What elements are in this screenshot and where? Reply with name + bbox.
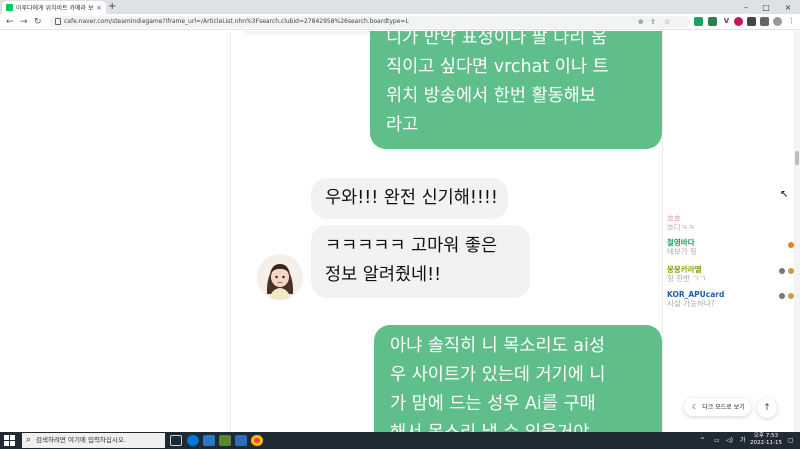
extension-icon[interactable] — [694, 17, 703, 26]
notification-icon[interactable]: ▢ — [788, 432, 794, 449]
live-chat-message: KOR_APUcard 사실 가능하냐? — [667, 290, 725, 308]
new-tab-button[interactable]: + — [108, 1, 116, 13]
chat-line: 아냐 솔직히 니 목소리도 ai성 — [390, 336, 605, 356]
chat-bubble-sent: 아냐 솔직히 니 목소리도 ai성 우 사이트가 있는데 거기에 니 가 맘에 … — [374, 325, 662, 432]
edge-icon[interactable] — [187, 435, 199, 446]
badge-icon — [779, 293, 785, 299]
arrow-up-icon: ↑ — [763, 403, 771, 413]
mouse-cursor-icon: ↖ — [780, 189, 789, 200]
extension-icon[interactable] — [708, 17, 717, 26]
chat-line: 직이고 싶다면 vrchat 이나 트 — [386, 57, 609, 77]
content-divider — [662, 31, 663, 432]
chat-line: ㅋㅋㅋㅋㅋ 고마워 좋은 — [325, 236, 498, 256]
live-chat-message: 뭉뭉카라멜 힝 한번 ㄱㄱ — [667, 265, 707, 283]
windows-start-icon[interactable] — [4, 435, 15, 446]
address-bar[interactable]: cafe.naver.com/steamindiegame?iframe_url… — [50, 16, 690, 28]
live-chat-nick[interactable]: 뭉뭉카라멜 — [667, 265, 706, 274]
browser-tab-bar: 이루다에게 위치비트 카메라 보내 × + – □ × — [0, 0, 800, 14]
back-arrow-icon[interactable]: ← — [6, 15, 14, 29]
sidebar-icon[interactable] — [760, 17, 769, 26]
chat-line: 우와!!! 완전 신기해!!!! — [325, 188, 498, 208]
page-content: 니가 만약 표정이나 팔 다리 움 직이고 싶다면 vrchat 이나 트 위치… — [0, 31, 800, 432]
reload-icon[interactable]: ↻ — [34, 15, 42, 29]
puzzle-extensions-icon[interactable] — [747, 17, 756, 26]
live-chat-message: 흐다ㅋㅋ — [667, 223, 695, 232]
system-clock[interactable]: 오후 7:53 2022-11-15 — [748, 433, 784, 447]
moon-icon: ☾ — [692, 403, 699, 411]
chat-line: 니가 만약 표정이나 팔 다리 움 — [386, 31, 608, 48]
minecraft-icon[interactable] — [219, 435, 231, 446]
vs-icon[interactable] — [235, 435, 247, 446]
search-icon: ⌕ — [26, 435, 32, 445]
live-chat-message: 흐흐 — [667, 214, 681, 223]
app-icon[interactable] — [203, 435, 215, 446]
maximize-button[interactable]: □ — [758, 0, 774, 14]
chrome-icon[interactable] — [251, 435, 263, 446]
url-text: cafe.naver.com/steamindiegame?iframe_url… — [64, 18, 409, 25]
forward-arrow-icon[interactable]: → — [20, 15, 28, 29]
chat-line: 위치 방송에서 한번 활동해보 — [386, 86, 596, 106]
chat-line: 가 맘에 드는 성우 Ai를 구매 — [390, 394, 596, 414]
lock-icon — [55, 18, 61, 25]
share-icon[interactable]: ⇪ — [650, 17, 656, 27]
chat-line: 우 사이트가 있는데 거기에 니 — [390, 365, 606, 385]
bookmark-star-icon[interactable]: ☆ — [664, 17, 670, 27]
badge-icon — [779, 268, 785, 274]
tab-title: 이루다에게 위치비트 카메라 보내 — [16, 5, 94, 12]
avatar — [257, 254, 303, 300]
scroll-top-button[interactable]: ↑ — [757, 398, 777, 418]
chat-bubble-sent: 니가 만약 표정이나 팔 다리 움 직이고 싶다면 vrchat 이나 트 위치… — [370, 31, 662, 149]
windows-taskbar: ⌕ 검색하려면 여기에 입력하십시오. ^ ▭ ◁) 가 오후 7:53 202… — [0, 432, 800, 449]
live-chat-nick[interactable]: KOR_APUcard — [667, 290, 724, 299]
close-window-button[interactable]: × — [780, 0, 796, 14]
naver-cafe-favicon-icon — [6, 4, 13, 11]
scrollbar-thumb[interactable] — [795, 151, 799, 165]
chat-bubble-received: 우와!!! 완전 신기해!!!! — [311, 178, 508, 219]
avatar-girl-icon — [257, 254, 303, 300]
content-divider — [230, 31, 231, 432]
task-view-icon[interactable] — [170, 435, 182, 446]
browser-tab[interactable]: 이루다에게 위치비트 카메라 보내 × — [2, 1, 106, 14]
profile-avatar[interactable] — [773, 17, 782, 26]
tab-close-icon[interactable]: × — [96, 4, 102, 12]
dark-mode-button[interactable]: ☾ 다크 모드로 보기 — [684, 398, 751, 416]
chat-line: 라고 — [386, 115, 419, 135]
tray-arrow-icon[interactable]: ^ — [700, 432, 705, 449]
live-chat-message: 철영바다 테보가 힝 — [667, 238, 697, 256]
chat-line: 정보 알려줬네!! — [325, 265, 442, 285]
chat-line: 해서 목소리 낼 수 있을거야 — [390, 419, 646, 432]
menu-kebab-icon[interactable]: ⋮ — [787, 17, 796, 26]
zoom-icon[interactable]: ⊕ — [638, 17, 644, 27]
live-chat-nick[interactable]: 철영바다 — [667, 238, 697, 247]
page-scrollbar[interactable] — [794, 31, 800, 432]
extension-icon[interactable] — [734, 17, 743, 26]
network-icon[interactable]: ▭ — [714, 432, 720, 449]
taskbar-search-input[interactable]: ⌕ 검색하려면 여기에 입력하십시오. — [22, 433, 165, 448]
input-language[interactable]: 가 — [740, 432, 746, 449]
volume-icon[interactable]: ◁) — [726, 432, 733, 449]
chat-bubble-received: ㅋㅋㅋㅋㅋ 고마워 좋은 정보 알려줬네!! — [311, 225, 530, 298]
minimize-button[interactable]: – — [738, 0, 754, 14]
extension-v-icon[interactable]: V — [722, 17, 731, 26]
browser-toolbar: ← → ↻ cafe.naver.com/steamindiegame?ifra… — [0, 14, 800, 30]
